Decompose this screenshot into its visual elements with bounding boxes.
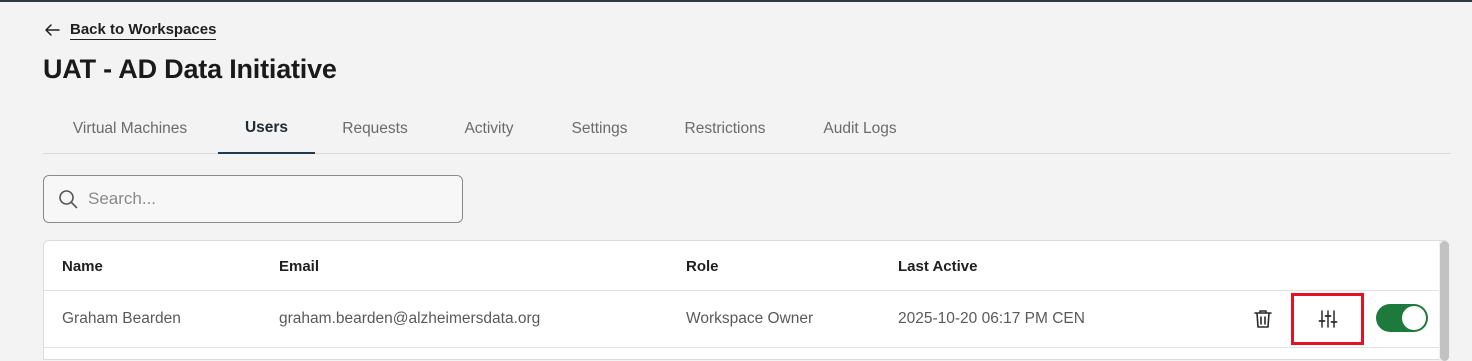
sliders-icon: [1318, 310, 1337, 328]
tab-audit-logs[interactable]: Audit Logs: [804, 104, 916, 154]
table-row: Graham Bearden graham.bearden@alzheimers…: [44, 292, 1439, 348]
back-link-label: Back to Workspaces: [70, 20, 217, 40]
edit-permissions-button[interactable]: [1291, 293, 1364, 345]
scrollbar-thumb[interactable]: [1440, 241, 1449, 361]
back-to-workspaces-link[interactable]: Back to Workspaces: [44, 19, 217, 41]
delete-user-button[interactable]: [1251, 307, 1275, 331]
tab-users[interactable]: Users: [218, 104, 315, 154]
user-role: Workspace Owner: [686, 310, 814, 327]
tab-activity[interactable]: Activity: [443, 104, 535, 154]
tab-bar: Virtual Machines Users Requests Activity…: [43, 104, 1451, 154]
tab-restrictions[interactable]: Restrictions: [664, 104, 786, 154]
tab-virtual-machines[interactable]: Virtual Machines: [43, 104, 217, 154]
search-icon: [59, 190, 78, 209]
top-border: [0, 0, 1472, 2]
table-header: Name Email Role Last Active: [44, 241, 1439, 291]
toggle-knob: [1402, 306, 1426, 330]
search-box[interactable]: [43, 175, 463, 223]
column-header-email[interactable]: Email: [279, 258, 319, 275]
column-header-role[interactable]: Role: [686, 258, 719, 275]
tab-requests[interactable]: Requests: [325, 104, 425, 154]
user-last-active: 2025-10-20 06:17 PM CEN: [898, 310, 1085, 327]
column-header-name[interactable]: Name: [62, 258, 103, 275]
search-input[interactable]: [88, 189, 448, 209]
user-name: Graham Bearden: [62, 310, 181, 327]
table-scrollbar[interactable]: [1439, 241, 1450, 361]
tab-settings[interactable]: Settings: [553, 104, 646, 154]
users-table: Name Email Role Last Active Graham Beard…: [43, 240, 1450, 361]
column-header-last-active[interactable]: Last Active: [898, 258, 977, 275]
user-enabled-toggle[interactable]: [1376, 304, 1428, 332]
user-email: graham.bearden@alzheimersdata.org: [279, 310, 541, 327]
arrow-left-icon: [45, 24, 60, 36]
trash-icon: [1254, 310, 1272, 328]
page-title: UAT - AD Data Initiative: [43, 54, 337, 84]
